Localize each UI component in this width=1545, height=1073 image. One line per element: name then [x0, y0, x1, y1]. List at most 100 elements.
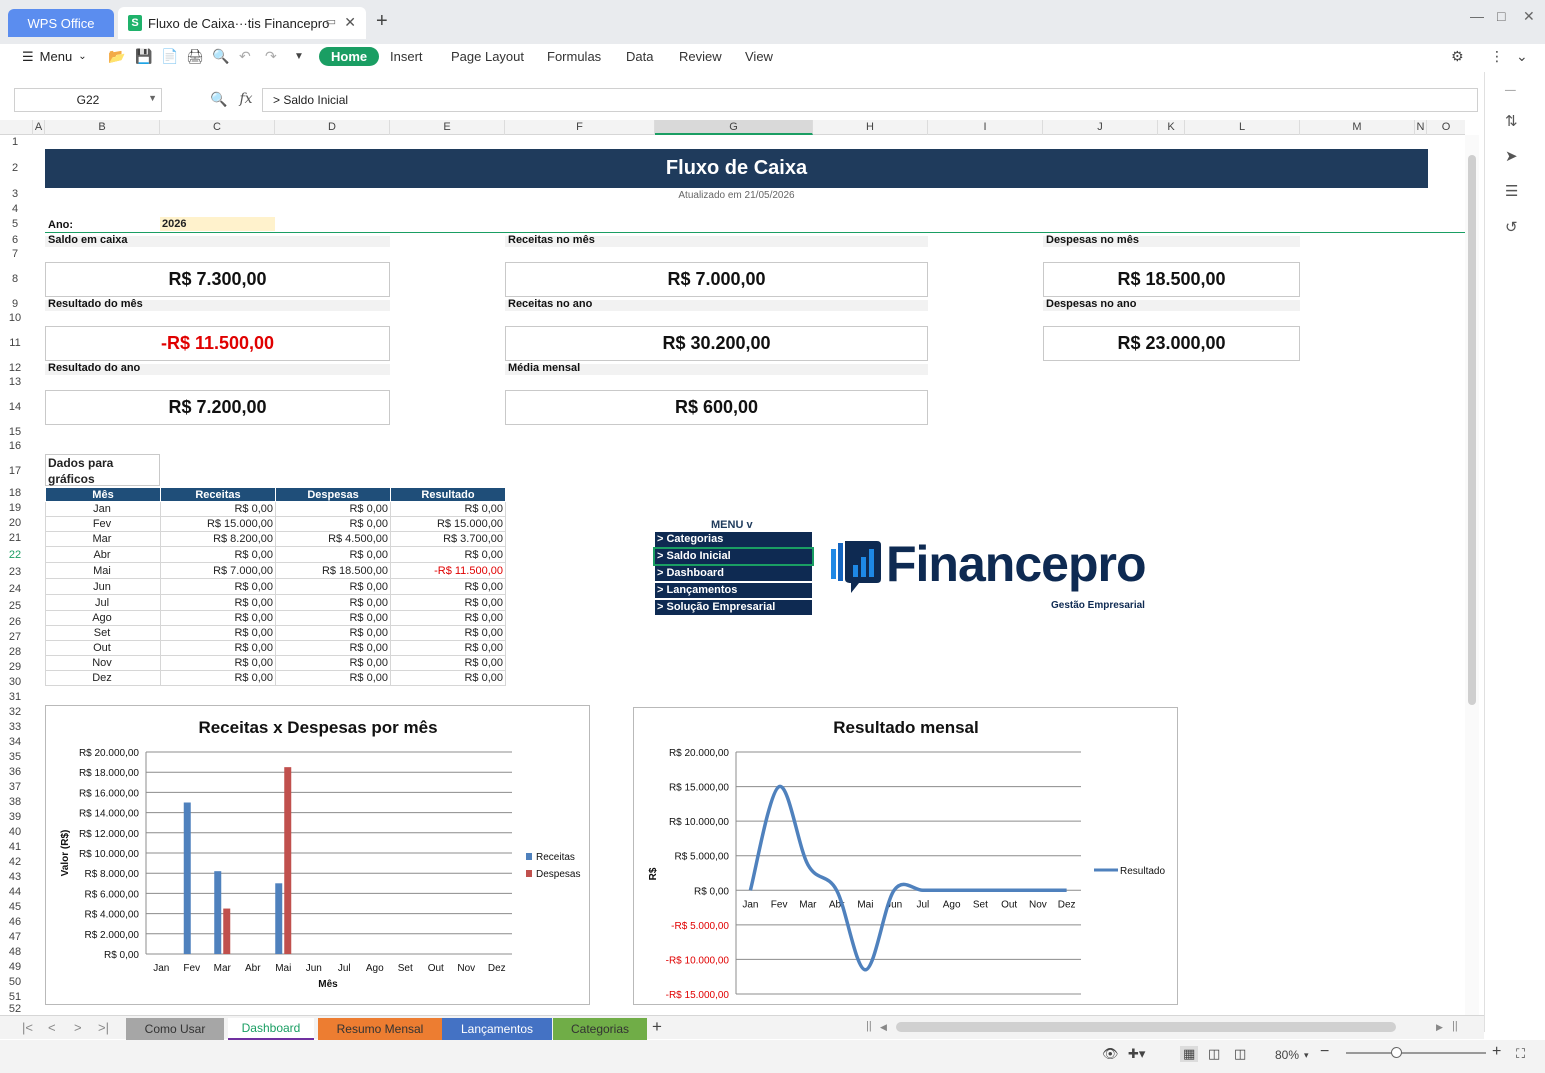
table-cell[interactable]: -R$ 11.500,00	[390, 562, 506, 579]
save-icon[interactable]: 💾	[135, 48, 152, 65]
row-header[interactable]: 17	[0, 465, 30, 477]
more-icon[interactable]: ⋮	[1490, 48, 1504, 65]
menu-item-solucao-empresarial[interactable]: > Solução Empresarial	[655, 600, 812, 615]
row-header[interactable]: 20	[0, 517, 30, 529]
close-window-icon[interactable]: ✕	[1523, 8, 1535, 25]
row-header[interactable]: 32	[0, 706, 30, 718]
table-cell[interactable]: R$ 4.500,00	[275, 531, 391, 547]
main-menu-button[interactable]: ☰ Menu ⌄	[22, 49, 87, 65]
col-header-o[interactable]: O	[1427, 120, 1465, 135]
table-cell[interactable]: R$ 0,00	[160, 501, 276, 517]
row-header[interactable]: 40	[0, 826, 30, 838]
table-cell[interactable]: R$ 3.700,00	[390, 531, 506, 547]
col-header-k[interactable]: K	[1158, 120, 1185, 135]
table-cell[interactable]: R$ 0,00	[390, 501, 506, 517]
fullscreen-icon[interactable]: ⛶	[1516, 1046, 1525, 1062]
format-panel-icon[interactable]: ⇅	[1505, 112, 1518, 130]
col-header-n[interactable]: N	[1415, 120, 1427, 135]
row-header[interactable]: 47	[0, 931, 30, 943]
row-header[interactable]: 8	[0, 273, 30, 285]
scroll-split-handle-right[interactable]: ||	[1452, 1020, 1458, 1032]
eye-protection-icon[interactable]: 👁	[1102, 1046, 1119, 1062]
sheet-tab[interactable]: Como Usar	[126, 1018, 224, 1040]
table-cell[interactable]: R$ 15.000,00	[390, 516, 506, 532]
row-header[interactable]: 39	[0, 811, 30, 823]
kpi-despesas-ano[interactable]: R$ 23.000,00	[1043, 326, 1300, 361]
table-cell[interactable]: Ago	[45, 610, 161, 626]
freeze-panes-icon[interactable]: ✚▾	[1128, 1046, 1145, 1062]
table-cell[interactable]: R$ 0,00	[160, 670, 276, 686]
table-cell[interactable]: R$ 0,00	[390, 578, 506, 595]
zoom-level[interactable]: 80%	[1275, 1048, 1299, 1062]
table-cell[interactable]: R$ 0,00	[390, 610, 506, 626]
chart-resultado-mensal[interactable]: Resultado mensal -R$ 15.000,00 -R$ 10.000,…	[633, 707, 1178, 1005]
kpi-receitas-mes[interactable]: R$ 7.000,00	[505, 262, 928, 297]
table-cell[interactable]: Jan	[45, 501, 161, 517]
kpi-saldo[interactable]: R$ 7.300,00	[45, 262, 390, 297]
print-icon[interactable]: 🖨	[186, 48, 204, 65]
tab-review[interactable]: Review	[679, 49, 722, 64]
row-header[interactable]: 5	[0, 218, 30, 230]
table-cell[interactable]: R$ 0,00	[390, 670, 506, 686]
menu-item-dashboard[interactable]: > Dashboard	[655, 566, 812, 581]
sheet-tab[interactable]: Dashboard	[228, 1018, 314, 1040]
function-icon[interactable]: fx	[239, 91, 252, 108]
row-header[interactable]: 10	[0, 312, 30, 324]
collapse-ribbon-icon[interactable]: ⌄	[1516, 48, 1528, 65]
page-break-view-icon[interactable]: ◫	[1234, 1046, 1246, 1062]
row-header[interactable]: 21	[0, 532, 30, 544]
col-header-i[interactable]: I	[928, 120, 1043, 135]
name-box[interactable]: G22 ▼	[14, 88, 162, 112]
row-header[interactable]: 25	[0, 600, 30, 612]
normal-view-icon[interactable]: ▦	[1180, 1046, 1199, 1062]
col-header-c[interactable]: C	[160, 120, 275, 135]
row-header[interactable]: 28	[0, 646, 30, 658]
kpi-despesas-mes[interactable]: R$ 18.500,00	[1043, 262, 1300, 297]
row-header[interactable]: 43	[0, 871, 30, 883]
row-header[interactable]: 48	[0, 946, 30, 958]
row-header[interactable]: 6	[0, 234, 30, 246]
table-cell[interactable]: Abr	[45, 546, 161, 563]
zoom-slider[interactable]	[1346, 1052, 1486, 1054]
row-header[interactable]: 52	[0, 1003, 30, 1015]
table-cell[interactable]: Jun	[45, 578, 161, 595]
table-cell[interactable]: R$ 0,00	[390, 655, 506, 671]
menu-item-saldo-inicial[interactable]: > Saldo Inicial	[653, 547, 814, 566]
col-header-a[interactable]: A	[33, 120, 45, 135]
kpi-receitas-ano[interactable]: R$ 30.200,00	[505, 326, 928, 361]
menu-item-categorias[interactable]: > Categorias	[655, 532, 812, 547]
table-cell[interactable]: R$ 0,00	[390, 625, 506, 641]
zoom-formula-icon[interactable]: 🔍	[210, 91, 227, 108]
table-cell[interactable]: R$ 0,00	[275, 610, 391, 626]
first-sheet-icon[interactable]: |<	[22, 1020, 33, 1035]
minimize-icon[interactable]: —	[1470, 8, 1484, 24]
row-header[interactable]: 51	[0, 991, 30, 1003]
row-header[interactable]: 45	[0, 901, 30, 913]
vertical-scroll-thumb[interactable]	[1468, 155, 1476, 705]
zoom-in-icon[interactable]: +	[1492, 1043, 1501, 1061]
scroll-right-icon[interactable]: ▶	[1436, 1022, 1443, 1033]
col-header-j[interactable]: J	[1043, 120, 1158, 135]
next-sheet-icon[interactable]: >	[74, 1020, 82, 1035]
row-header[interactable]: 19	[0, 502, 30, 514]
table-cell[interactable]: R$ 0,00	[275, 516, 391, 532]
zoom-out-icon[interactable]: −	[1320, 1043, 1329, 1061]
open-icon[interactable]: 📂	[108, 48, 125, 65]
table-cell[interactable]: R$ 0,00	[160, 546, 276, 563]
table-cell[interactable]: R$ 0,00	[160, 640, 276, 656]
col-header-b[interactable]: B	[45, 120, 160, 135]
undo-icon[interactable]: ↶	[239, 48, 251, 65]
row-header[interactable]: 35	[0, 751, 30, 763]
row-header[interactable]: 12	[0, 362, 30, 374]
col-header-g[interactable]: G	[655, 120, 813, 135]
prev-sheet-icon[interactable]: <	[48, 1020, 56, 1035]
table-cell[interactable]: R$ 0,00	[275, 640, 391, 656]
adjust-icon[interactable]: ☰	[1505, 182, 1518, 200]
sheet-tab[interactable]: Resumo Mensal	[318, 1018, 442, 1040]
row-header[interactable]: 23	[0, 566, 30, 578]
tab-home[interactable]: Home	[319, 47, 380, 66]
row-header[interactable]: 41	[0, 841, 30, 853]
table-cell[interactable]: Jul	[45, 594, 161, 611]
zoom-dropdown-icon[interactable]: ▾	[1304, 1050, 1309, 1061]
formula-input[interactable]: > Saldo Inicial	[262, 88, 1478, 112]
